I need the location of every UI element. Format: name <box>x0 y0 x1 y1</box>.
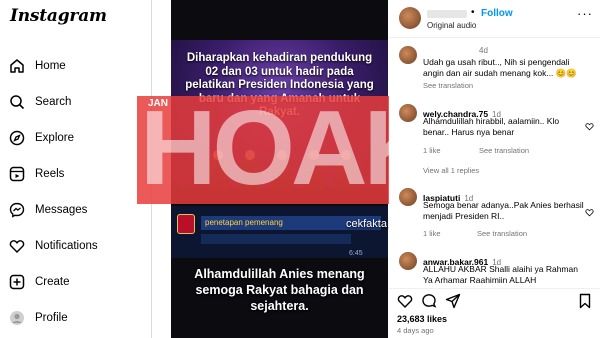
save-icon[interactable] <box>577 293 593 309</box>
sidebar-item-label: Home <box>35 60 66 72</box>
like-icon[interactable] <box>397 293 413 309</box>
original-audio-link[interactable]: Original audio <box>427 21 476 30</box>
like-comment-icon[interactable] <box>585 208 594 217</box>
reels-icon <box>8 165 26 183</box>
commenter-avatar[interactable] <box>399 188 417 206</box>
comment-likes[interactable]: 1 like <box>423 229 441 238</box>
sidebar-item-label: Notifications <box>35 240 98 252</box>
sidebar-item-label: Profile <box>35 312 68 324</box>
commenter-avatar[interactable] <box>399 252 417 270</box>
sidebar-item-search[interactable]: Search <box>8 89 148 115</box>
sidebar-item-label: Messages <box>35 204 88 216</box>
sidebar-item-label: Reels <box>35 168 65 180</box>
comments-panel: • Follow Original audio ··· 4d Udah ga u… <box>389 0 600 338</box>
like-comment-icon[interactable] <box>585 122 594 131</box>
more-options-icon[interactable]: ··· <box>577 6 593 21</box>
hoax-stamp-tag: JAN <box>148 98 169 109</box>
comment-icon[interactable] <box>421 293 437 309</box>
comment-time: 4d <box>479 46 488 55</box>
avatar <box>8 309 26 327</box>
comment-text: ALLAHU AKBAR Shalli alaihi ya Rahman Ya … <box>423 264 578 285</box>
sidebar-item-explore[interactable]: Explore <box>8 125 148 151</box>
dot-separator: • <box>471 7 475 18</box>
sidebar-item-messages[interactable]: Messages <box>8 197 148 223</box>
sidebar-item-create[interactable]: Create <box>8 269 148 295</box>
see-translation-link[interactable]: See translation <box>479 146 529 155</box>
see-translation-link[interactable]: See translation <box>423 81 473 90</box>
likes-count[interactable]: 23,683 likes <box>397 314 447 324</box>
home-icon <box>8 57 26 75</box>
comment-item: anwar.bakar.961 1d ALLAHU AKBAR Shalli al… <box>389 252 600 286</box>
comment-likes[interactable]: 1 like <box>423 146 441 155</box>
search-icon <box>8 93 26 111</box>
comment-text: Alhamdulillah hirabbil, aalamiin.. Klo b… <box>423 116 560 137</box>
comment-text: Semoga benar adanya..Pak Anies berhasil … <box>423 200 584 221</box>
sidebar-item-profile[interactable]: Profile <box>8 305 148 331</box>
sidebar-item-label: Create <box>35 276 70 288</box>
broadcast-info-line <box>201 234 351 244</box>
see-translation-link[interactable]: See translation <box>477 229 527 238</box>
instagram-logo[interactable]: Instagram <box>10 6 107 26</box>
commenter-avatar[interactable] <box>399 46 417 64</box>
comment-item: laspiatuti 1d Semoga benar adanya..Pak An… <box>389 188 600 240</box>
post-header: • Follow Original audio ··· <box>389 0 600 38</box>
compass-icon <box>8 129 26 147</box>
sidebar-item-label: Search <box>35 96 72 108</box>
sidebar-item-label: Explore <box>35 132 74 144</box>
comment-item: 4d Udah ga usah ribut.., Nih si pengenda… <box>389 44 600 92</box>
post-date: 4 days ago <box>397 326 434 335</box>
share-icon[interactable] <box>445 293 461 309</box>
comment-item: wely.chandra.75 1d Alhamdulillah hirabbil… <box>389 104 600 180</box>
heart-icon <box>8 237 26 255</box>
author-avatar[interactable] <box>399 7 421 29</box>
plus-square-icon <box>8 273 26 291</box>
view-replies-link[interactable]: View all 1 replies <box>423 166 479 175</box>
sidebar-item-home[interactable]: Home <box>8 53 148 79</box>
post-actions-bar <box>389 288 600 310</box>
sidebar-item-notifications[interactable]: Notifications <box>8 233 148 259</box>
kpu-logo-icon <box>177 214 195 234</box>
commenter-avatar[interactable] <box>399 104 417 122</box>
follow-button[interactable]: Follow <box>481 8 513 19</box>
messenger-icon <box>8 201 26 219</box>
post-caption-text: Alhamdulillah Anies menang semoga Rakyat… <box>194 267 365 313</box>
sidebar-item-reels[interactable]: Reels <box>8 161 148 187</box>
sidebar: Instagram Home Search Explore Reels Mess… <box>0 0 152 338</box>
broadcast-time: 6:45 <box>349 250 363 257</box>
comment-text: Udah ga usah ribut.., Nih si pengendali … <box>423 57 577 78</box>
author-username-redacted[interactable] <box>427 10 467 18</box>
instagram-window: Instagram Home Search Explore Reels Mess… <box>0 0 600 338</box>
